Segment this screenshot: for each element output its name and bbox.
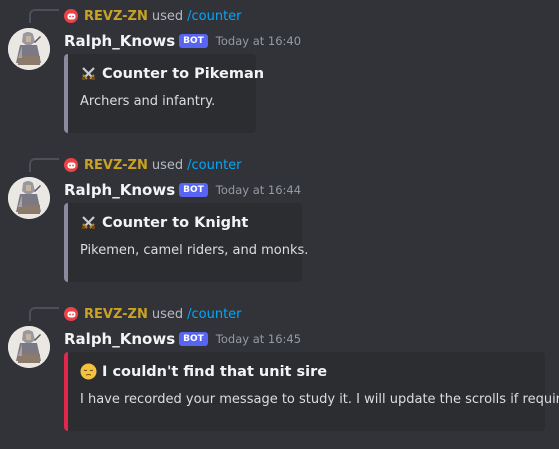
author-name[interactable]: Ralph_Knows xyxy=(64,32,175,50)
reply-connector xyxy=(29,158,59,172)
reply-connector xyxy=(29,9,59,23)
embed-title: Counter to Pikeman xyxy=(80,65,264,82)
reference-username[interactable]: REVZ-ZN xyxy=(84,307,148,322)
bot-tag: BOT xyxy=(179,34,208,48)
embed-title-text: I couldn't find that unit sire xyxy=(102,363,328,380)
reference-command[interactable]: /counter xyxy=(187,158,241,173)
command-reference[interactable]: REVZ-ZN used /counter xyxy=(64,156,242,174)
embed: Counter to Knight Pikemen, camel riders,… xyxy=(64,203,309,282)
avatar[interactable] xyxy=(8,326,50,368)
embed-description: I have recorded your message to study it… xyxy=(80,392,559,407)
embed-title: I couldn't find that unit sire xyxy=(80,363,533,380)
embed: Counter to Pikeman Archers and infantry. xyxy=(64,54,264,133)
bot-tag: BOT xyxy=(179,332,208,346)
reference-username[interactable]: REVZ-ZN xyxy=(84,158,148,173)
discord-logo-icon xyxy=(64,158,78,172)
avatar[interactable] xyxy=(8,28,50,70)
reference-command[interactable]: /counter xyxy=(187,307,241,322)
command-reference[interactable]: REVZ-ZN used /counter xyxy=(64,305,242,323)
embed-title-text: Counter to Pikeman xyxy=(102,65,265,82)
pensive-face-icon xyxy=(80,363,97,380)
avatar[interactable] xyxy=(8,177,50,219)
embed-title-text: Counter to Knight xyxy=(102,214,249,231)
crossed-swords-icon xyxy=(80,214,97,231)
crossed-swords-icon xyxy=(80,65,97,82)
timestamp[interactable]: Today at 16:40 xyxy=(216,34,301,48)
discord-logo-icon xyxy=(64,307,78,321)
embed-description: Archers and infantry. xyxy=(80,94,216,109)
reference-used-text: used xyxy=(151,8,184,24)
embed: I couldn't find that unit sire I have re… xyxy=(64,352,559,431)
timestamp[interactable]: Today at 16:45 xyxy=(216,332,301,346)
message: REVZ-ZN used /counter Ralph_Knows BOT To… xyxy=(0,298,559,449)
embed-description: Pikemen, camel riders, and monks. xyxy=(80,243,309,258)
author-name[interactable]: Ralph_Knows xyxy=(64,181,175,199)
discord-logo-icon xyxy=(64,9,78,23)
embed-title: Counter to Knight xyxy=(80,214,290,231)
reference-used-text: used xyxy=(151,306,184,322)
command-reference[interactable]: REVZ-ZN used /counter xyxy=(64,7,242,25)
reply-connector xyxy=(29,307,59,321)
message: REVZ-ZN used /counter Ralph_Knows BOT To… xyxy=(0,0,559,140)
bot-tag: BOT xyxy=(179,183,208,197)
message: REVZ-ZN used /counter Ralph_Knows BOT To… xyxy=(0,149,559,289)
reference-used-text: used xyxy=(151,157,184,173)
author-name[interactable]: Ralph_Knows xyxy=(64,330,175,348)
timestamp[interactable]: Today at 16:44 xyxy=(216,183,301,197)
reference-username[interactable]: REVZ-ZN xyxy=(84,9,148,24)
reference-command[interactable]: /counter xyxy=(187,9,241,24)
